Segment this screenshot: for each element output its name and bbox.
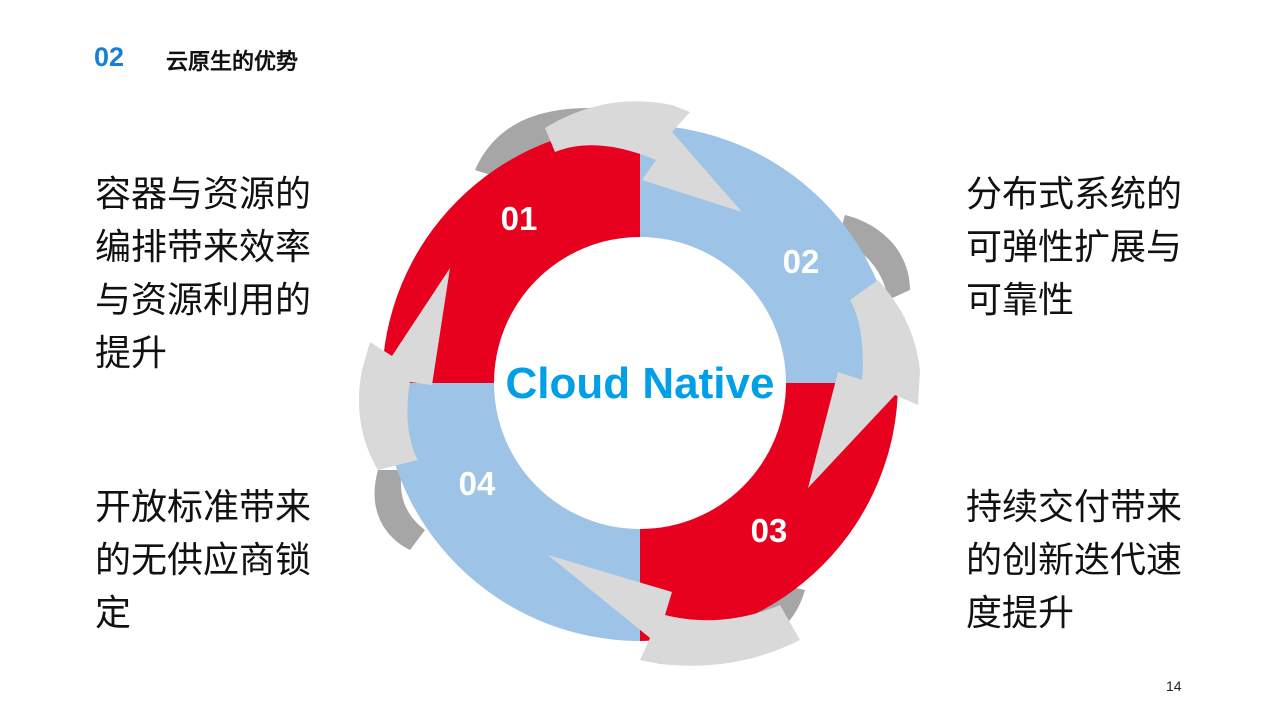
point-01-text: 容器与资源的编排带来效率与资源利用的提升 [95,168,345,380]
page-number: 14 [1166,678,1182,694]
segment-label-02: 02 [783,243,820,280]
ring-segment-04 [382,383,640,641]
point-04-text: 开放标准带来的无供应商锁定 [95,481,345,640]
segment-label-03: 03 [751,512,788,549]
segment-label-04: 04 [459,465,496,502]
segment-label-01: 01 [501,200,538,237]
point-02-text: 分布式系统的可弹性扩展与可靠性 [966,168,1216,327]
point-03-text: 持续交付带来的创新迭代速度提升 [966,481,1216,640]
center-label: Cloud Native [506,359,775,408]
